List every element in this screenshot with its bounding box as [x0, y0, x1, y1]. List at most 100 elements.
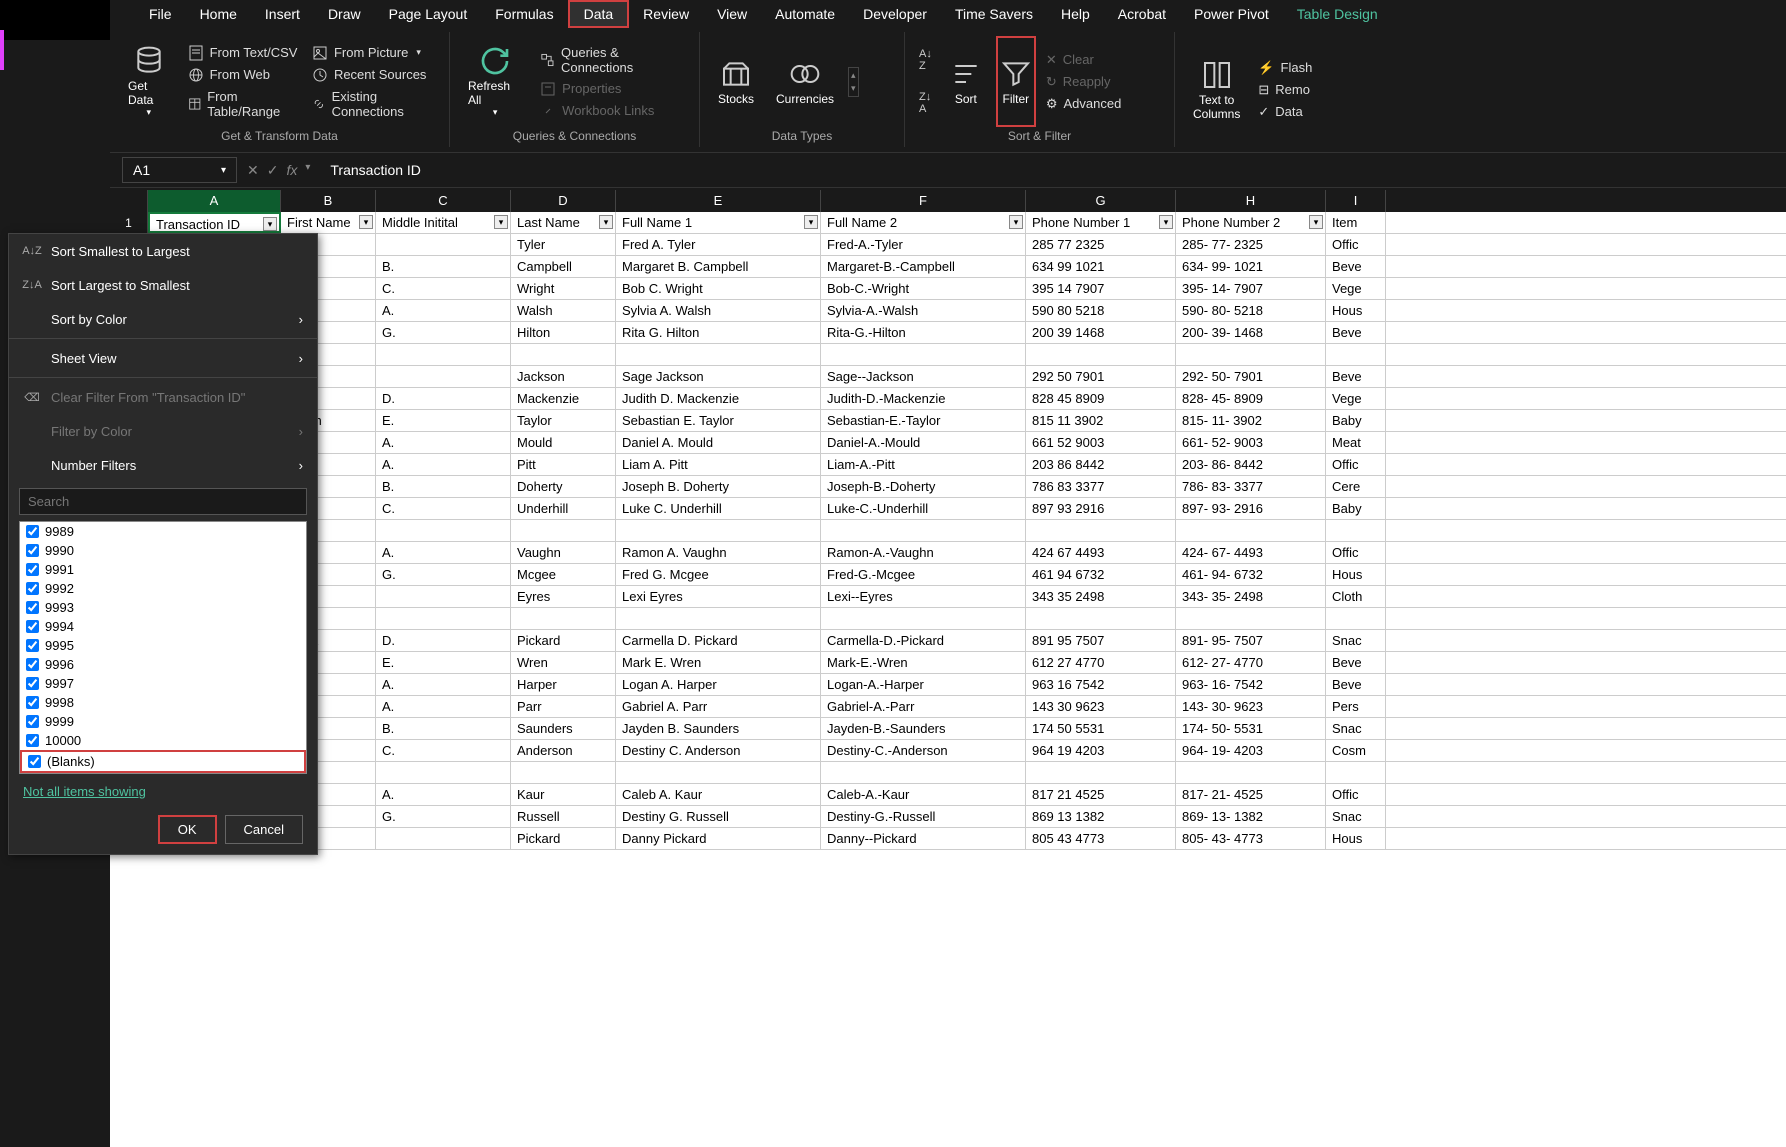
sort-color-item[interactable]: Sort by Color›	[9, 302, 317, 336]
cell[interactable]: Jayden B. Saunders	[616, 718, 821, 739]
cell[interactable]: Beve	[1326, 256, 1386, 277]
cell[interactable]: Sylvia A. Walsh	[616, 300, 821, 321]
checkbox[interactable]	[26, 620, 39, 633]
menu-draw[interactable]: Draw	[314, 2, 375, 26]
cell[interactable]: Caleb-A.-Kaur	[821, 784, 1026, 805]
cell[interactable]: Liam-A.-Pitt	[821, 454, 1026, 475]
cell[interactable]: 963- 16- 7542	[1176, 674, 1326, 695]
cell[interactable]: A.	[376, 454, 511, 475]
cell[interactable]: Destiny C. Anderson	[616, 740, 821, 761]
cell[interactable]: A.	[376, 674, 511, 695]
col-header-I[interactable]: I	[1326, 190, 1386, 212]
cell[interactable]	[616, 520, 821, 541]
col-header-A[interactable]: A	[148, 190, 281, 212]
menu-acrobat[interactable]: Acrobat	[1104, 2, 1180, 26]
cell[interactable]	[1176, 608, 1326, 629]
cell[interactable]: Beve	[1326, 322, 1386, 343]
cell[interactable]: Bob C. Wright	[616, 278, 821, 299]
cell[interactable]	[1326, 762, 1386, 783]
menu-table-design[interactable]: Table Design	[1283, 2, 1392, 26]
cell[interactable]: 203 86 8442	[1026, 454, 1176, 475]
menu-time-savers[interactable]: Time Savers	[941, 2, 1047, 26]
sheet-view-item[interactable]: Sheet View›	[9, 341, 317, 375]
cell[interactable]	[511, 608, 616, 629]
cell[interactable]: Logan A. Harper	[616, 674, 821, 695]
header-cell[interactable]: Phone Number 1▾	[1026, 212, 1176, 233]
cell[interactable]: 461 94 6732	[1026, 564, 1176, 585]
cell[interactable]: C.	[376, 278, 511, 299]
checklist-item[interactable]: 9997	[20, 674, 306, 693]
cell[interactable]: Beve	[1326, 674, 1386, 695]
col-header-B[interactable]: B	[281, 190, 376, 212]
cell[interactable]: Baby	[1326, 498, 1386, 519]
cell[interactable]: 174 50 5531	[1026, 718, 1176, 739]
col-header-E[interactable]: E	[616, 190, 821, 212]
checklist-item[interactable]: 9996	[20, 655, 306, 674]
cell[interactable]: Vaughn	[511, 542, 616, 563]
cell[interactable]: Fred-A.-Tyler	[821, 234, 1026, 255]
cell[interactable]: Caleb A. Kaur	[616, 784, 821, 805]
cell[interactable]: Hilton	[511, 322, 616, 343]
filter-checklist[interactable]: 9989999099919992999399949995999699979998…	[19, 521, 307, 774]
chevron-down-icon[interactable]: ▾	[221, 165, 226, 176]
cell[interactable]: G.	[376, 564, 511, 585]
cell[interactable]: D.	[376, 388, 511, 409]
cell[interactable]: Walsh	[511, 300, 616, 321]
cell[interactable]	[821, 762, 1026, 783]
cell[interactable]: Pers	[1326, 696, 1386, 717]
cell[interactable]: Anderson	[511, 740, 616, 761]
menu-help[interactable]: Help	[1047, 2, 1104, 26]
cell[interactable]: Sylvia-A.-Walsh	[821, 300, 1026, 321]
checklist-item[interactable]: 9990	[20, 541, 306, 560]
cancel-button[interactable]: Cancel	[225, 815, 303, 844]
cell[interactable]: 786 83 3377	[1026, 476, 1176, 497]
cell[interactable]: Baby	[1326, 410, 1386, 431]
cell[interactable]: A.	[376, 784, 511, 805]
cell[interactable]: Lexi Eyres	[616, 586, 821, 607]
cell[interactable]	[1326, 608, 1386, 629]
checklist-item[interactable]: 9999	[20, 712, 306, 731]
select-all-corner[interactable]	[110, 190, 148, 212]
cell[interactable]: Sebastian E. Taylor	[616, 410, 821, 431]
header-cell[interactable]: Item	[1326, 212, 1386, 233]
cell[interactable]: Lexi--Eyres	[821, 586, 1026, 607]
cell[interactable]: Luke-C.-Underhill	[821, 498, 1026, 519]
checklist-item[interactable]: 10000	[20, 731, 306, 750]
cell[interactable]: Ramon-A.-Vaughn	[821, 542, 1026, 563]
filter-dropdown-icon[interactable]: ▾	[1009, 215, 1023, 229]
filter-dropdown-icon[interactable]: ▾	[1309, 215, 1323, 229]
cell[interactable]: Fred G. Mcgee	[616, 564, 821, 585]
sort-desc-button[interactable]: Z↓A	[919, 91, 932, 115]
cell[interactable]: 661 52 9003	[1026, 432, 1176, 453]
header-cell[interactable]: Last Name▾	[511, 212, 616, 233]
cell[interactable]: 612- 27- 4770	[1176, 652, 1326, 673]
from-web-button[interactable]: From Web	[184, 65, 302, 85]
fx-icon[interactable]: fx	[286, 162, 297, 179]
header-cell[interactable]: Full Name 2▾	[821, 212, 1026, 233]
filter-button[interactable]: Filter	[996, 36, 1036, 127]
checkbox[interactable]	[26, 525, 39, 538]
cell[interactable]	[1326, 344, 1386, 365]
formula-input[interactable]: Transaction ID	[320, 158, 1786, 182]
cell[interactable]: Daniel-A.-Mould	[821, 432, 1026, 453]
cell[interactable]	[376, 366, 511, 387]
cell[interactable]: Logan-A.-Harper	[821, 674, 1026, 695]
filter-dropdown-icon[interactable]: ▾	[804, 215, 818, 229]
sort-desc-item[interactable]: Z↓ASort Largest to Smallest	[9, 268, 317, 302]
col-header-C[interactable]: C	[376, 190, 511, 212]
checklist-item[interactable]: 9989	[20, 522, 306, 541]
cell[interactable]: 343- 35- 2498	[1176, 586, 1326, 607]
cell[interactable]: Destiny G. Russell	[616, 806, 821, 827]
cell[interactable]: 285- 77- 2325	[1176, 234, 1326, 255]
advanced-button[interactable]: ⚙Advanced	[1042, 94, 1125, 114]
cell[interactable]	[821, 520, 1026, 541]
chevron-up-icon[interactable]: ▴	[851, 70, 856, 81]
cell[interactable]: Beve	[1326, 366, 1386, 387]
cell[interactable]: 891- 95- 7507	[1176, 630, 1326, 651]
menu-data[interactable]: Data	[568, 0, 630, 28]
cell[interactable]: B.	[376, 476, 511, 497]
cell[interactable]: Beve	[1326, 652, 1386, 673]
cell[interactable]: Pickard	[511, 828, 616, 849]
get-data-button[interactable]: Get Data ▾	[120, 36, 178, 127]
cell[interactable]: Rita-G.-Hilton	[821, 322, 1026, 343]
